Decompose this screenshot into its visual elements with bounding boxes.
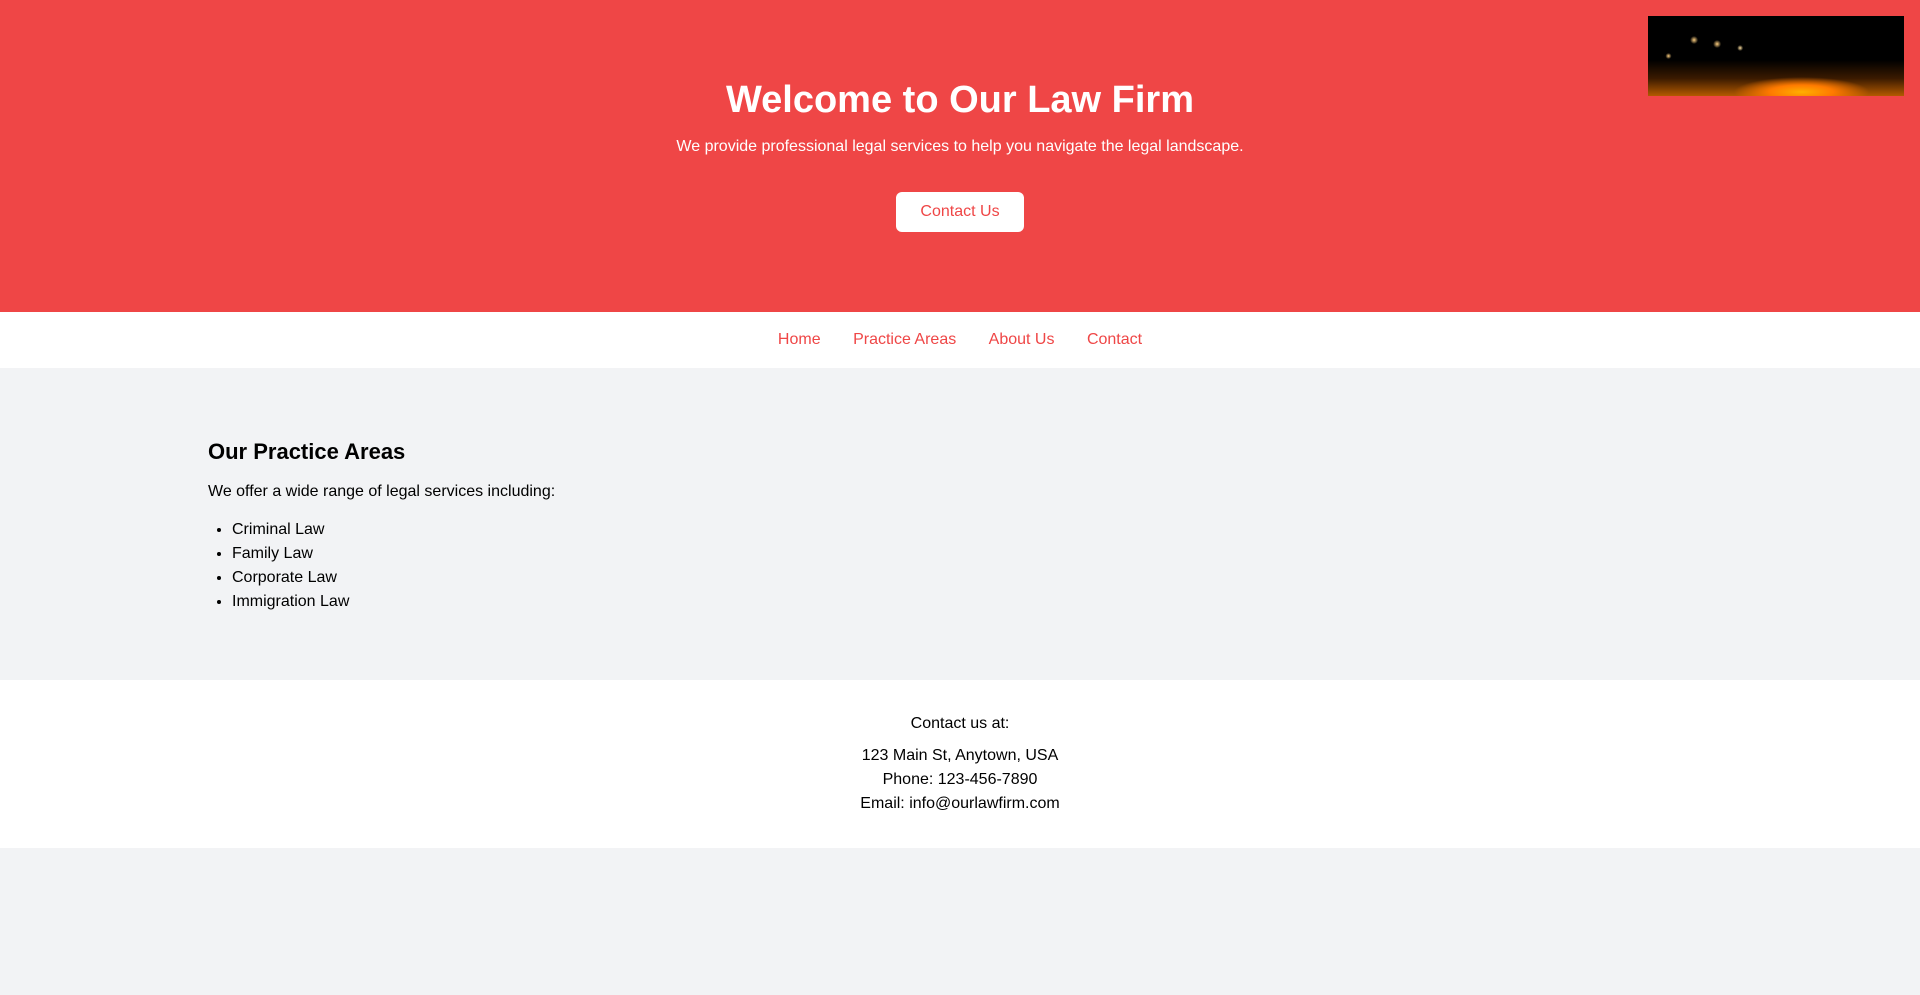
main-nav: Home Practice Areas About Us Contact (0, 312, 1920, 368)
nav-link-practice-areas[interactable]: Practice Areas (853, 331, 956, 348)
contact-us-button[interactable]: Contact Us (896, 192, 1024, 232)
nav-link-about-us[interactable]: About Us (989, 331, 1055, 348)
contact-footer: Contact us at: 123 Main St, Anytown, USA… (0, 680, 1920, 848)
list-item: Criminal Law (232, 518, 1920, 542)
footer-address: 123 Main St, Anytown, USA (861, 747, 1059, 764)
hero-subtitle: We provide professional legal services t… (676, 138, 1244, 155)
list-item: Corporate Law (232, 566, 1920, 590)
hero-title: Welcome to Our Law Firm (725, 79, 1195, 121)
list-item: Immigration Law (232, 590, 1920, 614)
nav-link-contact[interactable]: Contact (1087, 331, 1142, 348)
practice-areas-section: Our Practice Areas We offer a wide range… (0, 368, 1920, 680)
practice-list: Criminal Law Family Law Corporate Law Im… (208, 518, 1920, 614)
footer-lead: Contact us at: (910, 715, 1010, 732)
hero-photo (1648, 16, 1904, 96)
list-item: Family Law (232, 542, 1920, 566)
footer-email: Email: info@ourlawfirm.com (860, 795, 1060, 812)
nav-link-home[interactable]: Home (778, 331, 821, 348)
practice-intro: We offer a wide range of legal services … (208, 483, 556, 500)
hero-banner: Welcome to Our Law Firm We provide profe… (0, 0, 1920, 312)
footer-phone: Phone: 123-456-7890 (882, 771, 1038, 788)
practice-heading: Our Practice Areas (208, 439, 406, 464)
